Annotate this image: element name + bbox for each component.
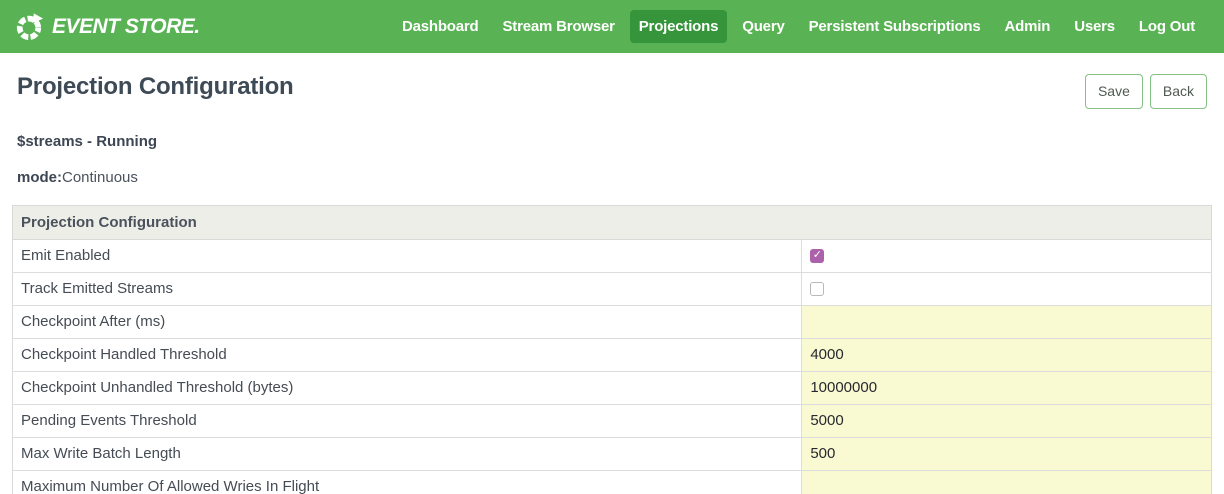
config-row-value-cell — [802, 470, 1212, 494]
value-input[interactable] — [802, 306, 1211, 338]
config-row-value-cell: ✓ — [802, 239, 1212, 272]
config-row-value-cell — [802, 305, 1212, 338]
checked-checkbox[interactable]: ✓ — [810, 249, 824, 263]
projection-mode: mode:Continuous — [17, 169, 1207, 186]
config-row: Max Write Batch Length500 — [13, 437, 1212, 470]
config-row: Checkpoint Unhandled Threshold (bytes)10… — [13, 371, 1212, 404]
checkbox-cell: ✓ — [802, 240, 1211, 272]
eventstore-ring-arrow-icon — [14, 12, 44, 42]
value-input[interactable] — [802, 471, 1211, 494]
config-row: Checkpoint After (ms) — [13, 305, 1212, 338]
nav-item-dashboard[interactable]: Dashboard — [393, 10, 488, 43]
projection-status: $streams - Running — [17, 133, 1207, 150]
config-row-label: Checkpoint Unhandled Threshold (bytes) — [13, 371, 802, 404]
config-row-value-cell: 500 — [802, 437, 1212, 470]
header-actions: Save Back — [1085, 74, 1207, 109]
config-table-body: Emit Enabled✓Track Emitted StreamsCheckp… — [13, 239, 1212, 494]
page-title: Projection Configuration — [17, 73, 294, 101]
config-row-label: Checkpoint Handled Threshold — [13, 338, 802, 371]
mode-label: mode: — [17, 169, 62, 186]
config-row-label: Maximum Number Of Allowed Wries In Fligh… — [13, 470, 802, 494]
main-content: Projection Configuration Save Back $stre… — [0, 73, 1224, 494]
config-row-value-cell: 5000 — [802, 404, 1212, 437]
config-table-header: Projection Configuration — [13, 205, 1212, 239]
config-row: Emit Enabled ✓ — [13, 239, 1212, 272]
nav-item-admin[interactable]: Admin — [996, 10, 1060, 43]
nav-item-query[interactable]: Query — [733, 10, 793, 43]
config-row: Pending Events Threshold5000 — [13, 404, 1212, 437]
eventstore-logo[interactable]: EVENT STORE. — [14, 12, 200, 42]
nav-item-stream-browser[interactable]: Stream Browser — [494, 10, 624, 43]
nav-item-log-out[interactable]: Log Out — [1130, 10, 1204, 43]
top-navbar: EVENT STORE. DashboardStream BrowserProj… — [0, 0, 1224, 53]
unchecked-checkbox[interactable] — [810, 282, 824, 296]
checkbox-cell — [802, 273, 1211, 305]
config-row: Track Emitted Streams — [13, 272, 1212, 305]
config-row-value-cell — [802, 272, 1212, 305]
nav-item-users[interactable]: Users — [1065, 10, 1124, 43]
nav-item-projections[interactable]: Projections — [630, 10, 728, 43]
config-row-value-cell: 4000 — [802, 338, 1212, 371]
nav-menu: DashboardStream BrowserProjectionsQueryP… — [393, 10, 1204, 43]
config-row-value-cell: 10000000 — [802, 371, 1212, 404]
back-button[interactable]: Back — [1150, 74, 1207, 109]
config-row-label: Max Write Batch Length — [13, 437, 802, 470]
mode-value: Continuous — [62, 169, 138, 186]
config-row: Checkpoint Handled Threshold4000 — [13, 338, 1212, 371]
nav-item-persistent-subscriptions[interactable]: Persistent Subscriptions — [800, 10, 990, 43]
config-row-label: Track Emitted Streams — [13, 272, 802, 305]
value-input[interactable]: 500 — [802, 438, 1211, 470]
page-header: Projection Configuration Save Back — [12, 73, 1212, 109]
config-row-label: Emit Enabled — [13, 239, 802, 272]
value-input[interactable]: 5000 — [802, 405, 1211, 437]
save-button[interactable]: Save — [1085, 74, 1143, 109]
config-row: Maximum Number Of Allowed Wries In Fligh… — [13, 470, 1212, 494]
value-input[interactable]: 10000000 — [802, 372, 1211, 404]
eventstore-logo-text: EVENT STORE. — [52, 15, 200, 39]
projection-config-table: Projection Configuration Emit Enabled ✓ Tr… — [12, 205, 1212, 494]
config-row-label: Checkpoint After (ms) — [13, 305, 802, 338]
value-input[interactable]: 4000 — [802, 339, 1211, 371]
config-row-label: Pending Events Threshold — [13, 404, 802, 437]
